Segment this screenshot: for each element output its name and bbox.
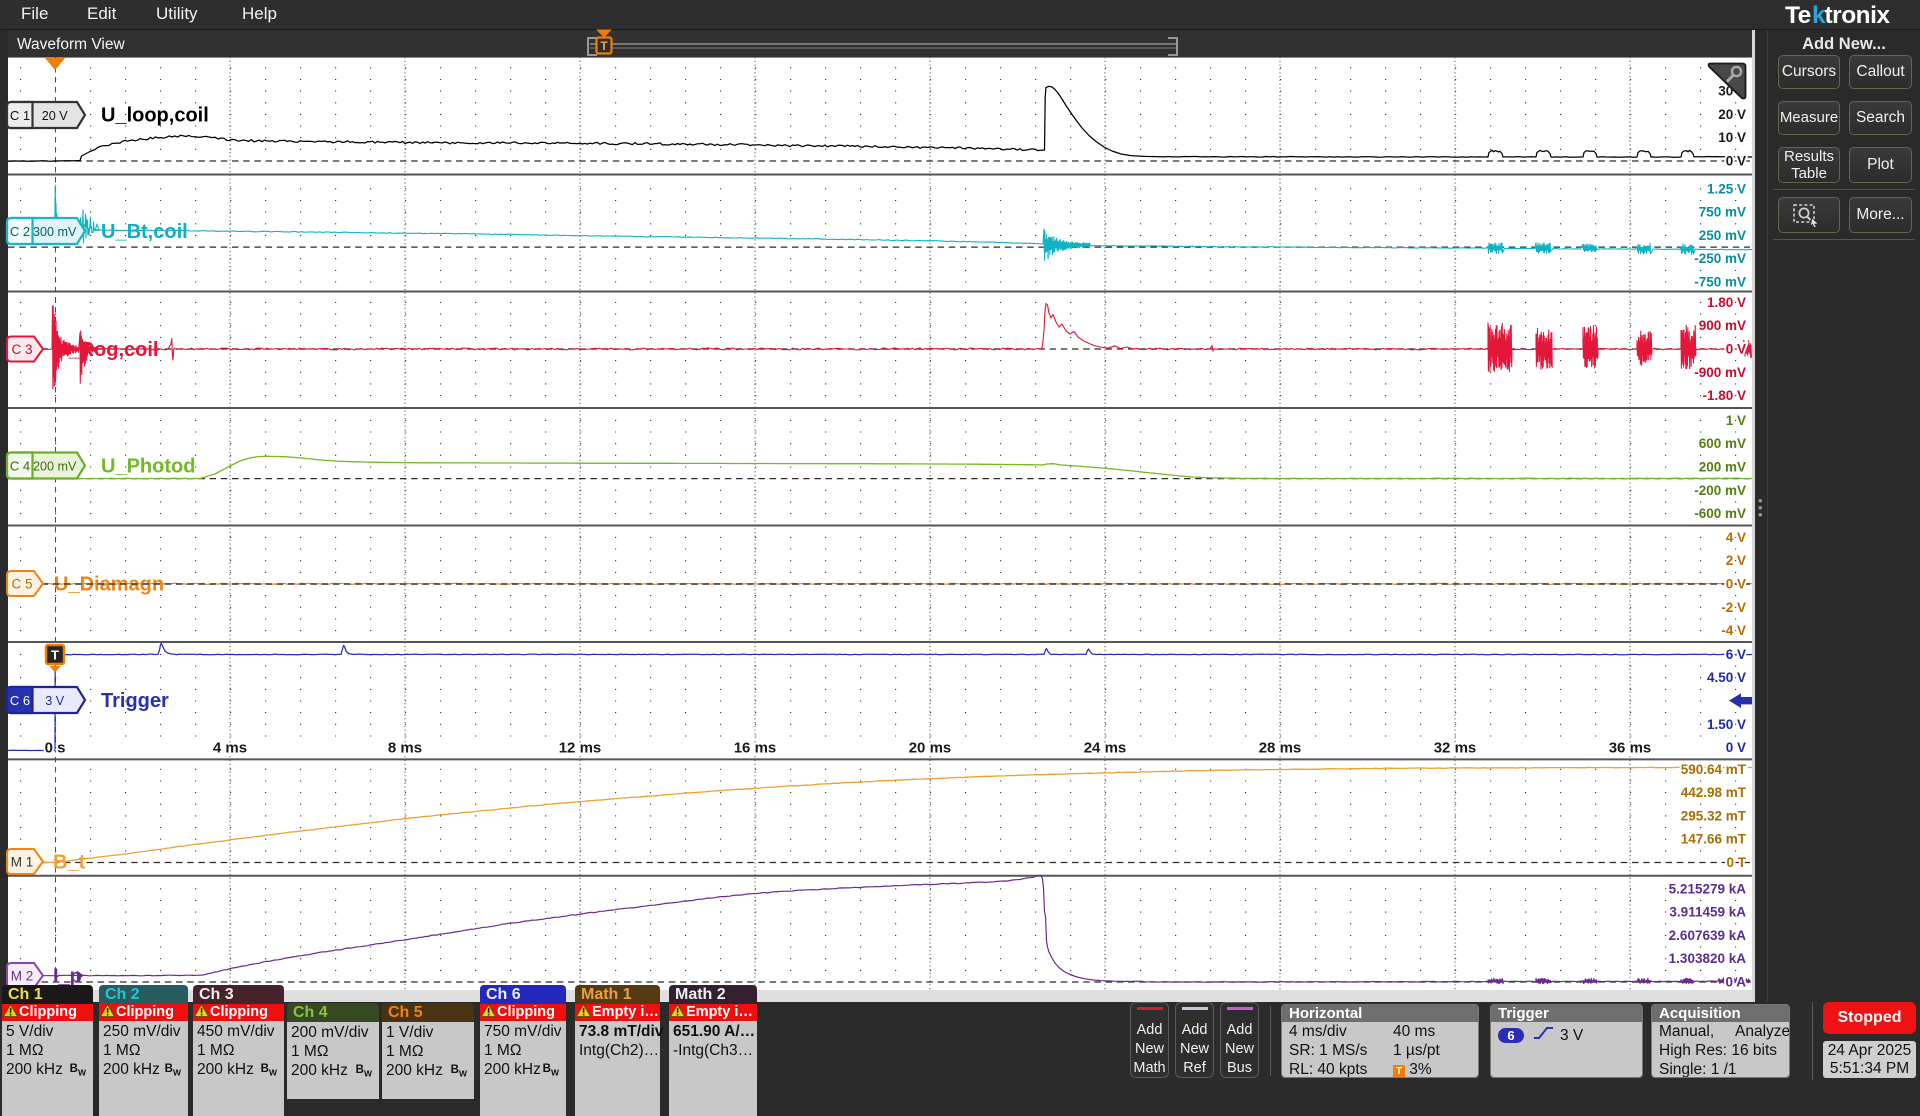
svg-text:0 V: 0 V xyxy=(1726,342,1746,357)
svg-text:Te: Te xyxy=(1785,2,1811,28)
svg-text:U_Photod: U_Photod xyxy=(101,456,195,478)
svg-text:T: T xyxy=(51,648,59,663)
svg-text:3.911459 kA: 3.911459 kA xyxy=(1669,905,1746,920)
svg-text:2 V: 2 V xyxy=(1726,553,1746,568)
svg-text:12 ms: 12 ms xyxy=(559,740,602,757)
svg-text:-4 V: -4 V xyxy=(1721,623,1746,638)
svg-text:-200 mV: -200 mV xyxy=(1694,483,1746,498)
svg-text:750 mV: 750 mV xyxy=(1699,205,1746,220)
svg-text:28 ms: 28 ms xyxy=(1259,740,1302,757)
svg-text:5.215279 kA: 5.215279 kA xyxy=(1669,881,1747,896)
svg-text:20 V: 20 V xyxy=(1718,107,1746,122)
svg-text:8 ms: 8 ms xyxy=(388,740,422,757)
svg-text:Trigger: Trigger xyxy=(101,690,169,712)
svg-text:1 V: 1 V xyxy=(1726,413,1746,428)
svg-text:M 1: M 1 xyxy=(11,855,34,870)
svg-text:-750 mV: -750 mV xyxy=(1694,275,1746,290)
svg-text:300 mV: 300 mV xyxy=(33,225,77,239)
svg-text:590.64 mT: 590.64 mT xyxy=(1681,762,1747,777)
svg-text:0 T: 0 T xyxy=(1726,855,1746,870)
svg-text:C 4: C 4 xyxy=(10,459,30,474)
svg-text:1.80 V: 1.80 V xyxy=(1707,295,1746,310)
svg-text:-250 mV: -250 mV xyxy=(1694,251,1746,266)
svg-text:200 mV: 200 mV xyxy=(33,460,77,474)
svg-text:C 5: C 5 xyxy=(11,577,32,592)
svg-text:1.25 V: 1.25 V xyxy=(1707,181,1746,196)
svg-text:295.32 mT: 295.32 mT xyxy=(1681,808,1747,823)
svg-text:C 6: C 6 xyxy=(10,693,30,708)
svg-text:10 V: 10 V xyxy=(1718,130,1746,145)
svg-text:-900 mV: -900 mV xyxy=(1694,365,1746,380)
svg-text:1.50 V: 1.50 V xyxy=(1707,717,1746,732)
svg-text:0 V: 0 V xyxy=(1726,740,1746,755)
svg-text:147.66 mT: 147.66 mT xyxy=(1681,832,1747,847)
svg-text:4.50 V: 4.50 V xyxy=(1707,670,1746,685)
svg-text:16 ms: 16 ms xyxy=(734,740,777,757)
svg-text:20 ms: 20 ms xyxy=(909,740,952,757)
svg-text:442.98 mT: 442.98 mT xyxy=(1681,785,1747,800)
svg-text:0 V: 0 V xyxy=(1726,577,1746,592)
svg-text:2.607639 kA: 2.607639 kA xyxy=(1669,928,1747,943)
svg-text:tronix: tronix xyxy=(1825,2,1891,28)
svg-text:4 ms: 4 ms xyxy=(213,740,247,757)
svg-text:-1.80 V: -1.80 V xyxy=(1702,388,1746,403)
svg-text:C 2: C 2 xyxy=(10,224,30,239)
svg-text:36 ms: 36 ms xyxy=(1609,740,1652,757)
svg-text:32 ms: 32 ms xyxy=(1434,740,1477,757)
svg-text:0 V: 0 V xyxy=(1726,154,1746,169)
svg-text:4 V: 4 V xyxy=(1726,530,1746,545)
svg-text:20 V: 20 V xyxy=(42,109,69,123)
svg-text:24 ms: 24 ms xyxy=(1084,740,1127,757)
svg-text:C 1: C 1 xyxy=(10,108,30,123)
svg-text:C 3: C 3 xyxy=(11,342,32,357)
svg-text:6 V: 6 V xyxy=(1726,647,1746,662)
svg-text:U_loop,coil: U_loop,coil xyxy=(101,105,209,127)
svg-text:1.303820 kA: 1.303820 kA xyxy=(1669,951,1747,966)
svg-text:0 s: 0 s xyxy=(45,740,66,757)
svg-text:250 mV: 250 mV xyxy=(1699,228,1746,243)
svg-text:900 mV: 900 mV xyxy=(1699,318,1746,333)
svg-text:600 mV: 600 mV xyxy=(1699,436,1746,451)
svg-text:200 mV: 200 mV xyxy=(1699,460,1746,475)
svg-text:T: T xyxy=(600,39,608,53)
svg-text:-2 V: -2 V xyxy=(1721,600,1746,615)
svg-text:-600 mV: -600 mV xyxy=(1694,506,1746,521)
svg-text:U_Bt,coil: U_Bt,coil xyxy=(101,221,188,243)
svg-text:3 V: 3 V xyxy=(45,694,65,708)
svg-text:M 2: M 2 xyxy=(11,969,34,984)
svg-text:0 A: 0 A xyxy=(1725,975,1746,990)
